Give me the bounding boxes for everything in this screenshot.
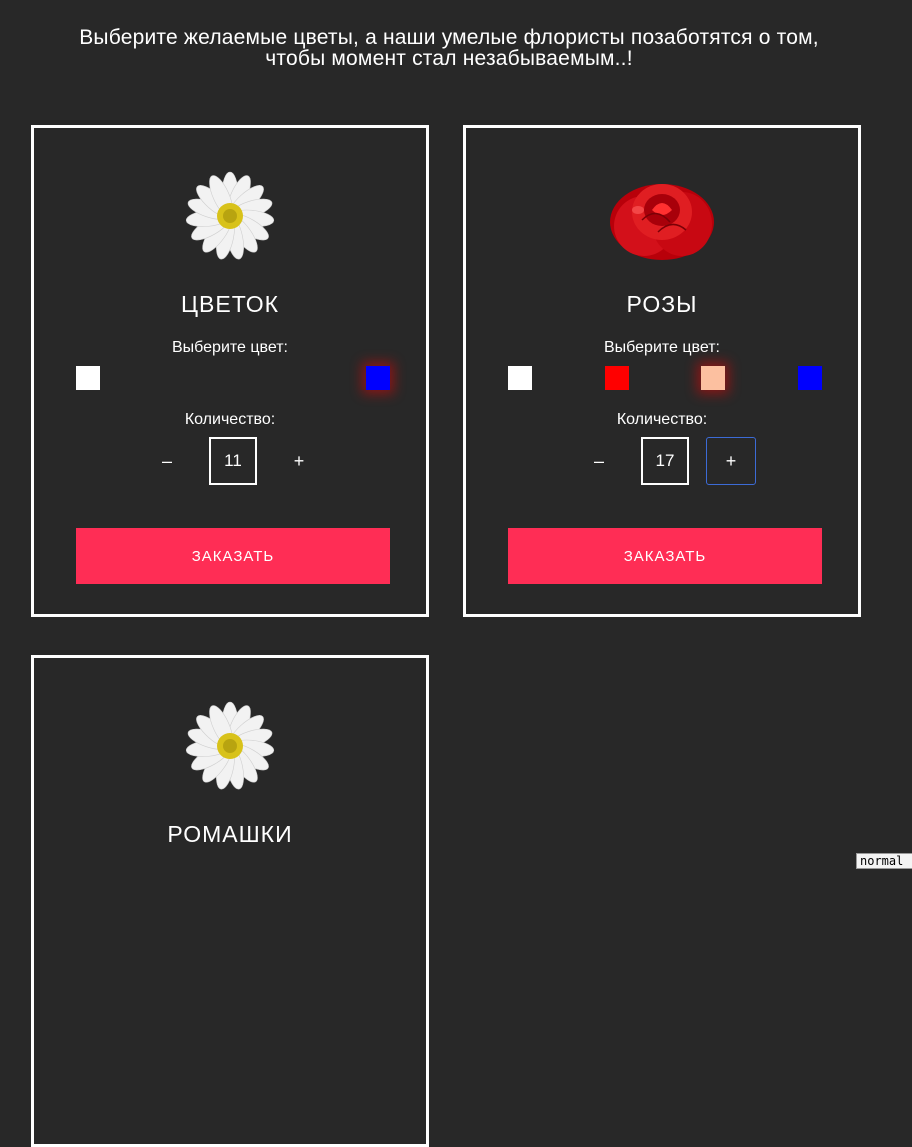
- intro-text: Выберите желаемые цветы, а наши умелые ф…: [0, 27, 898, 69]
- color-swatch-peach-selected[interactable]: [701, 366, 725, 390]
- quantity-field[interactable]: 17: [641, 437, 689, 485]
- intro-line-2: чтобы момент стал незабываемым..!: [265, 47, 633, 70]
- rose-icon: [466, 168, 858, 264]
- increment-button[interactable]: +: [274, 437, 324, 485]
- decrement-button[interactable]: –: [142, 437, 192, 485]
- product-title: ЦВЕТОК: [181, 291, 279, 317]
- product-title: РОЗЫ: [626, 291, 698, 317]
- order-button[interactable]: ЗАКАЗАТЬ: [508, 528, 822, 584]
- product-title: РОМАШКИ: [167, 821, 293, 847]
- intro-line-1: Выберите желаемые цветы, а наши умелые ф…: [79, 26, 819, 49]
- color-swatch-red[interactable]: [605, 366, 629, 390]
- quantity-stepper: – 17 +: [466, 437, 858, 485]
- quantity-label: Количество:: [616, 411, 708, 428]
- color-swatch-white[interactable]: [76, 366, 100, 390]
- color-swatch-blue-selected[interactable]: [366, 366, 390, 390]
- daisy-icon: [34, 168, 426, 264]
- quantity-label: Количество:: [184, 411, 276, 428]
- quantity-stepper: – 11 +: [34, 437, 426, 485]
- decrement-button[interactable]: –: [574, 437, 624, 485]
- color-swatch-white[interactable]: [508, 366, 532, 390]
- quantity-field[interactable]: 11: [209, 437, 257, 485]
- increment-button[interactable]: +: [706, 437, 756, 485]
- product-card-roses: РОЗЫ Выберите цвет: Количество: – 17 + З…: [463, 125, 861, 617]
- color-label: Выберите цвет:: [603, 339, 720, 356]
- color-swatch-blue[interactable]: [798, 366, 822, 390]
- order-button[interactable]: ЗАКАЗАТЬ: [76, 528, 390, 584]
- daisy-icon: [34, 698, 426, 794]
- tooltip: normal: [856, 853, 912, 869]
- color-label: Выберите цвет:: [171, 339, 288, 356]
- product-card-daisies: РОМАШКИ: [31, 655, 429, 1147]
- product-card-flower: ЦВЕТОК Выберите цвет: Количество: – 11 +…: [31, 125, 429, 617]
